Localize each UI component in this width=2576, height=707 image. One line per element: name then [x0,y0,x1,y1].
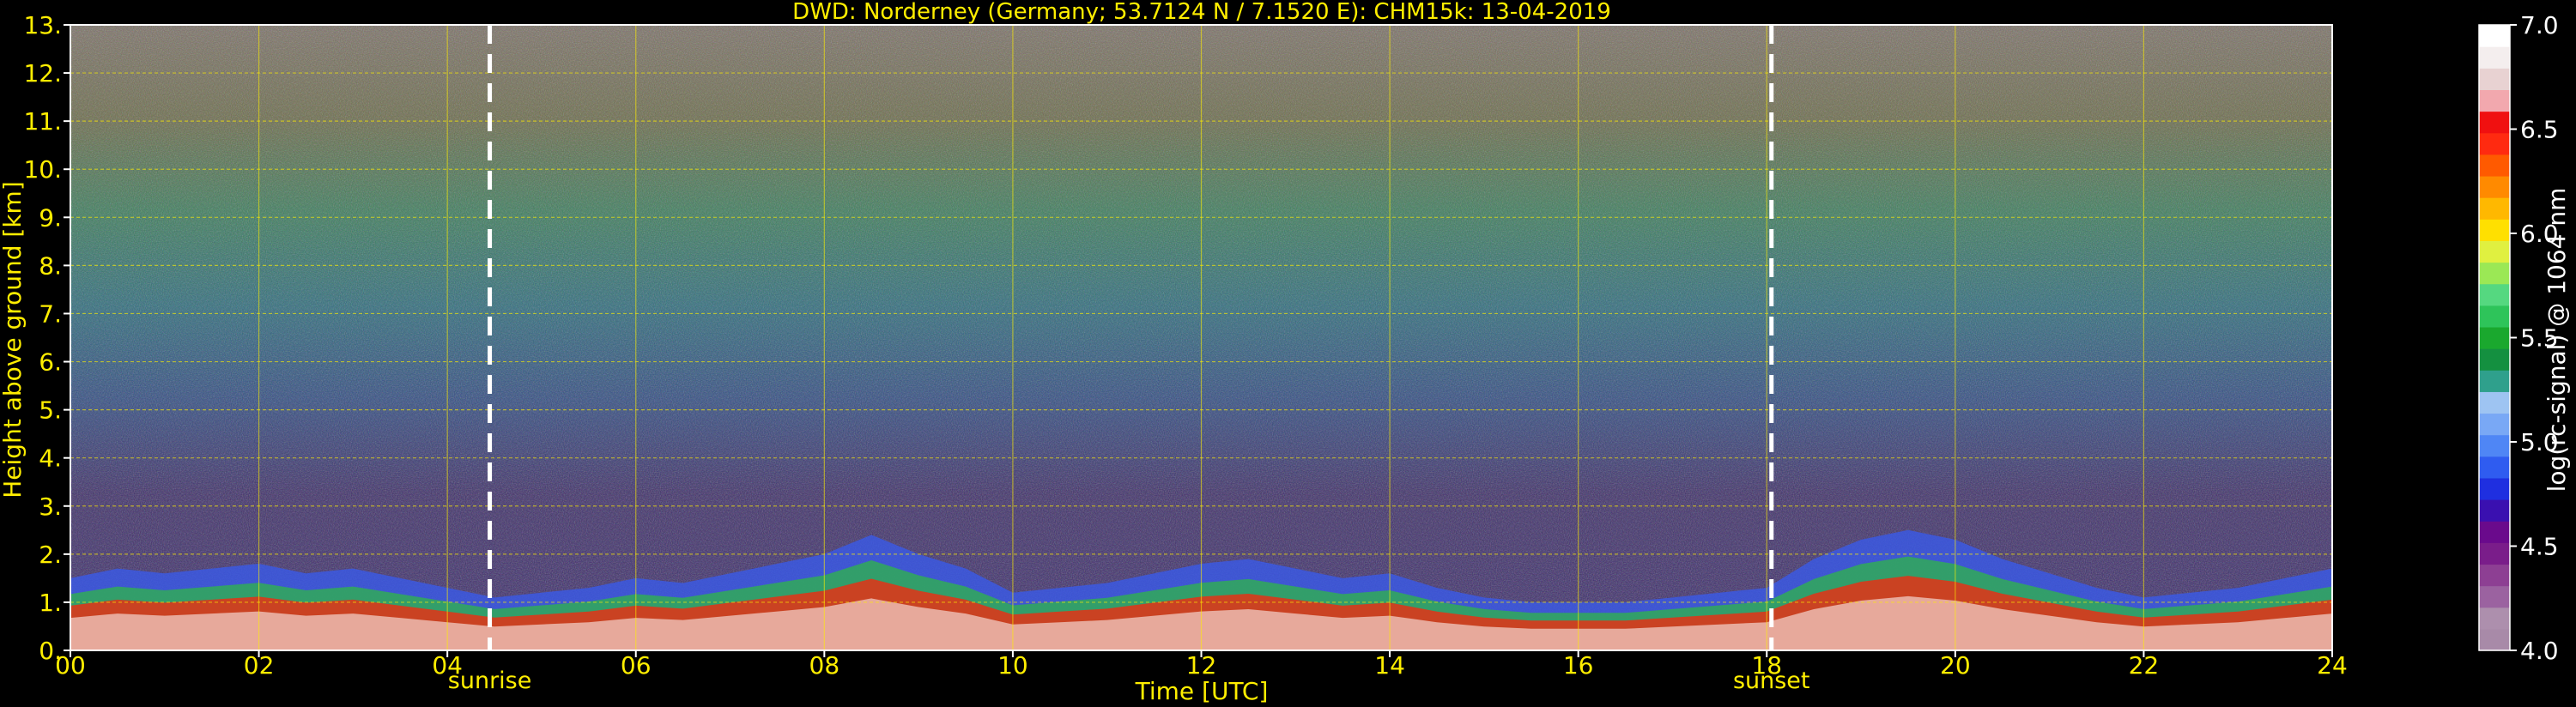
colorbar-swatch [2479,585,2510,608]
y-tick-label: 10. [23,155,62,184]
colorbar-swatch [2479,607,2510,630]
y-tick-label: 7. [39,299,62,328]
colorbar-swatch [2479,240,2510,263]
colorbar-tick-label: 6.5 [2520,116,2559,144]
colorbar-swatch [2479,348,2510,371]
x-tick-label: 10 [997,651,1028,680]
lidar-chart: sunrise sunset 00 02 04 06 08 10 12 14 16 18 20 22 24… [0,0,2571,705]
colorbar-swatch [2479,283,2510,306]
x-tick-label: 06 [621,651,652,680]
x-tick-label: 22 [2129,651,2160,680]
x-tick-label: 02 [244,651,275,680]
x-tick-label: 14 [1374,651,1405,680]
y-tick-label: 5. [39,396,62,425]
colorbar-swatch [2479,305,2510,328]
y-tick-label: 3. [39,492,62,521]
y-tick-label: 0. [39,637,62,665]
colorbar-swatch [2479,197,2510,220]
y-tick-label: 11. [23,107,62,136]
y-tick-label: 6. [39,348,62,377]
colorbar-swatch [2479,89,2510,112]
y-tick-label: 4. [39,444,62,473]
x-tick-label: 08 [809,651,840,680]
colorbar-swatch [2479,391,2510,414]
colorbar-swatch [2479,370,2510,392]
colorbar-swatch [2479,499,2510,522]
colorbar-tick-label: 4.0 [2520,637,2559,665]
colorbar-swatch [2479,46,2510,69]
x-tick-label: 12 [1186,651,1217,680]
colorbar-tick-label: 7.0 [2520,11,2559,39]
x-tick-label: 04 [432,651,463,680]
colorbar-swatch [2479,262,2510,285]
colorbar-swatch [2479,219,2510,241]
colorbar-swatch [2479,25,2510,47]
colorbar-swatch [2479,132,2510,155]
x-axis-label: Time [UTC] [1135,677,1269,705]
y-axis-label: Height above ground [km] [0,181,27,499]
colorbar-label: log(rc-signal) @ 1064 nm [2543,188,2571,492]
colorbar-swatch [2479,434,2510,457]
colorbar-swatch [2479,326,2510,349]
y-tick-label: 9. [39,203,62,232]
colorbar-swatch [2479,521,2510,543]
colorbar-swatch [2479,68,2510,91]
y-tick-label: 2. [39,541,62,569]
colorbar-swatch [2479,154,2510,177]
colorbar-swatch [2479,456,2510,479]
colorbar-swatch [2479,111,2510,134]
colorbar-tick-label: 4.5 [2520,533,2559,561]
colorbar-swatch [2479,477,2510,500]
x-tick-label: 24 [2317,651,2348,680]
y-tick-label: 13. [23,11,62,39]
colorbar-swatch [2479,542,2510,565]
x-tick-label: 18 [1751,651,1782,680]
y-tick-label: 8. [39,251,62,280]
y-tick-label: 1. [39,589,62,617]
chart-title: DWD: Norderney (Germany; 53.7124 N / 7.1… [792,0,1611,25]
x-tick-label: 16 [1563,651,1594,680]
y-tick-label: 12. [23,59,62,88]
colorbar-swatch [2479,413,2510,436]
colorbar-swatch [2479,564,2510,587]
x-tick-label: 20 [1940,651,1971,680]
colorbar-swatch [2479,175,2510,198]
colorbar-swatch [2479,628,2510,651]
